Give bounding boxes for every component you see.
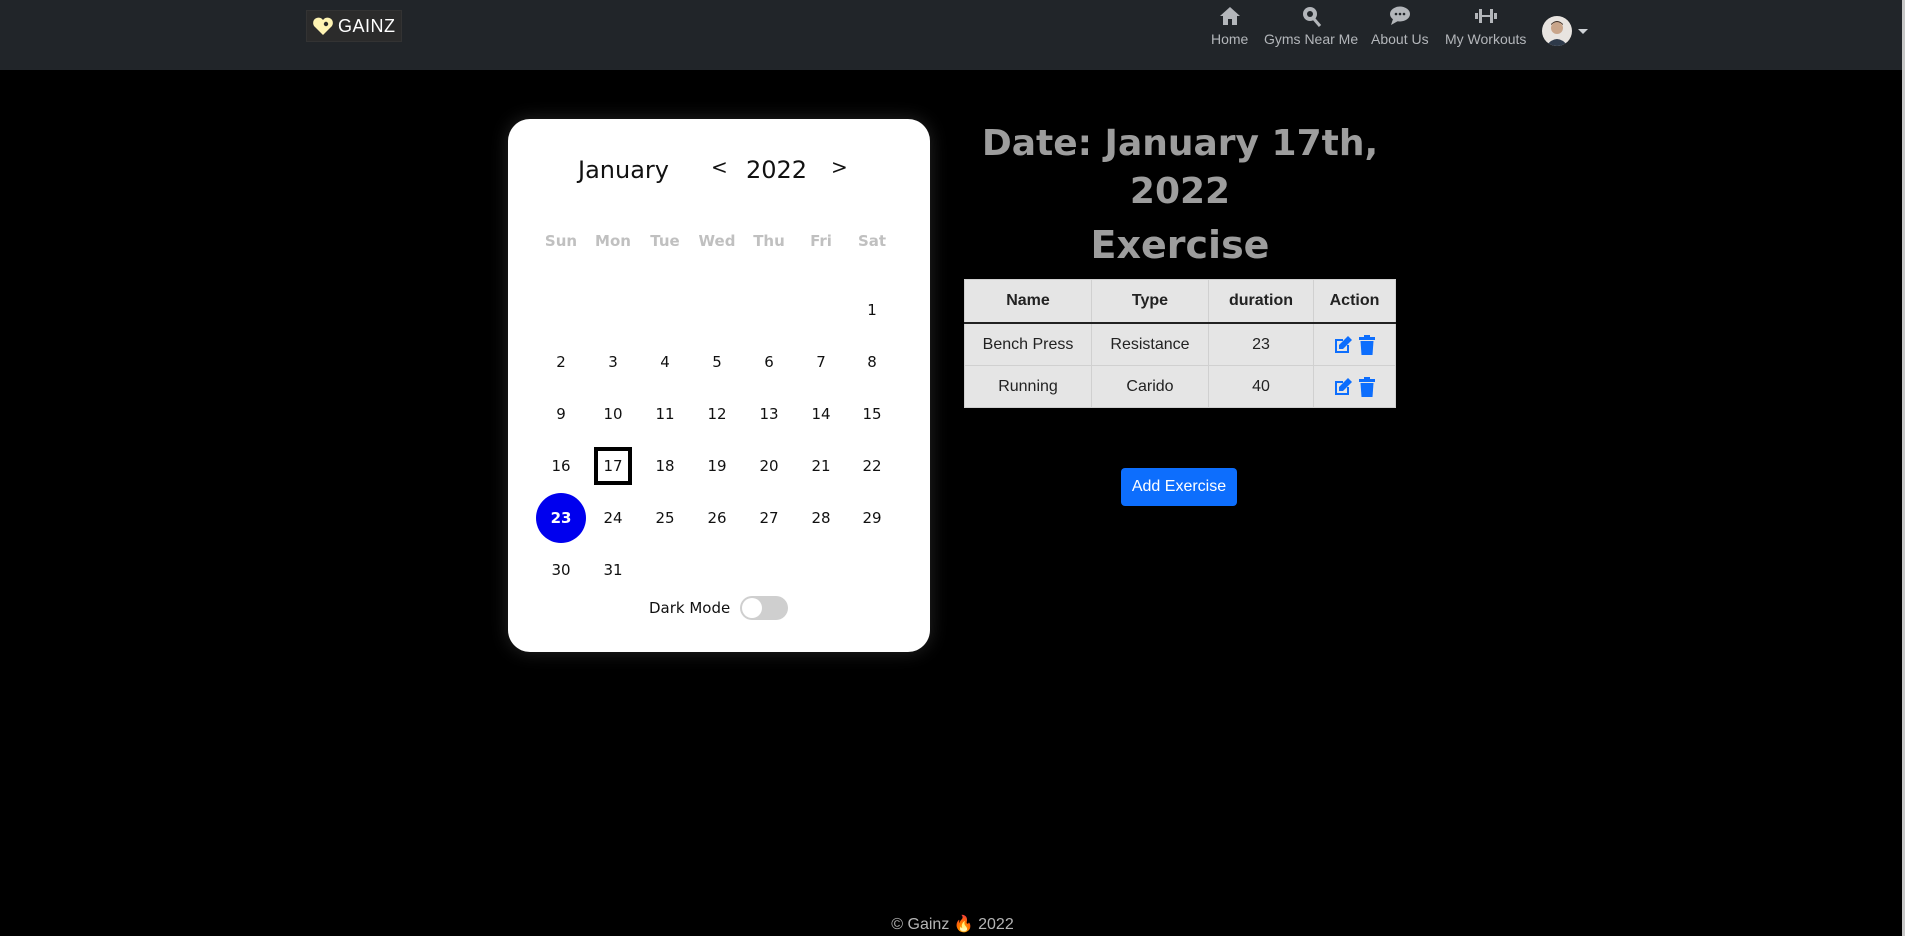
calendar-day[interactable]: 30 xyxy=(542,551,580,589)
home-icon xyxy=(1219,7,1240,25)
calendar: January < 2022 > Sun Mon Tue Wed Thu Fri Sat 1… xyxy=(508,119,930,652)
brand-name: GAINZ xyxy=(338,15,396,36)
calendar-day[interactable]: 1 xyxy=(853,291,891,329)
cell-type: Carido xyxy=(1091,365,1209,408)
cell-action xyxy=(1313,365,1396,408)
exercise-heading: Exercise xyxy=(1090,223,1270,267)
chat-icon xyxy=(1389,6,1410,25)
calendar-day[interactable]: 2 xyxy=(542,343,580,381)
footer-text: © Gainz 🔥 2022 xyxy=(891,916,1014,933)
cell-name: Running xyxy=(964,365,1092,408)
column-header-name: Name xyxy=(964,279,1092,324)
calendar-month: January xyxy=(578,156,669,184)
calendar-day[interactable]: 13 xyxy=(750,395,788,433)
calendar-day[interactable]: 18 xyxy=(646,447,684,485)
table-header-row: Name Type duration Action xyxy=(964,279,1396,324)
map-pin-icon xyxy=(1303,7,1322,27)
nav-gyms-label: Gyms Near Me xyxy=(1264,31,1359,47)
trash-icon[interactable] xyxy=(1357,334,1377,355)
weekday-header: Sun xyxy=(544,232,578,250)
edit-icon[interactable] xyxy=(1333,377,1353,397)
calendar-day[interactable]: 26 xyxy=(698,499,736,537)
brand-logo[interactable]: GAINZ xyxy=(306,10,402,42)
calendar-day[interactable]: 9 xyxy=(542,395,580,433)
add-exercise-button[interactable]: Add Exercise xyxy=(1121,468,1237,506)
column-header-duration: duration xyxy=(1208,279,1314,324)
edit-icon[interactable] xyxy=(1333,335,1353,355)
toggle-knob xyxy=(742,598,762,618)
nav-home[interactable]: Home xyxy=(1211,4,1248,54)
cell-action xyxy=(1313,322,1396,366)
cell-name: Bench Press xyxy=(964,322,1092,366)
trash-icon[interactable] xyxy=(1357,376,1377,397)
prev-year-button[interactable]: < xyxy=(711,155,728,179)
weekday-header: Mon xyxy=(595,232,631,250)
next-year-button[interactable]: > xyxy=(831,155,848,179)
nav-my-workouts[interactable]: My Workouts xyxy=(1445,4,1526,54)
calendar-day[interactable]: 19 xyxy=(698,447,736,485)
nav-gyms-near-me[interactable]: Gyms Near Me xyxy=(1264,4,1358,54)
weekday-header: Thu xyxy=(753,232,785,250)
navbar: GAINZ Home Gyms Near Me About Us My Work… xyxy=(0,0,1905,70)
nav-about-us[interactable]: About Us xyxy=(1371,4,1429,54)
weekday-header: Fri xyxy=(810,232,832,250)
column-header-action: Action xyxy=(1313,279,1396,324)
calendar-day[interactable]: 12 xyxy=(698,395,736,433)
dark-mode-toggle[interactable] xyxy=(740,596,788,620)
cell-type: Resistance xyxy=(1091,322,1209,366)
calendar-day[interactable]: 20 xyxy=(750,447,788,485)
calendar-day[interactable]: 16 xyxy=(542,447,580,485)
table-row: Running Carido 40 xyxy=(964,365,1396,408)
weekday-header: Tue xyxy=(650,232,680,250)
calendar-day[interactable]: 28 xyxy=(802,499,840,537)
chevron-down-icon[interactable] xyxy=(1578,28,1588,34)
user-avatar-icon xyxy=(1542,16,1572,46)
calendar-day[interactable]: 4 xyxy=(646,343,684,381)
calendar-day[interactable]: 5 xyxy=(698,343,736,381)
calendar-day[interactable]: 21 xyxy=(802,447,840,485)
avatar[interactable] xyxy=(1542,16,1572,46)
nav-about-label: About Us xyxy=(1371,31,1429,47)
calendar-day[interactable]: 25 xyxy=(646,499,684,537)
calendar-day-selected[interactable]: 17 xyxy=(594,447,632,485)
calendar-year: 2022 xyxy=(746,156,808,184)
nav-home-label: Home xyxy=(1211,31,1249,47)
cell-duration: 40 xyxy=(1208,365,1314,408)
dark-mode-label: Dark Mode xyxy=(649,599,731,617)
calendar-day[interactable]: 11 xyxy=(646,395,684,433)
calendar-day[interactable]: 27 xyxy=(750,499,788,537)
calendar-day[interactable]: 8 xyxy=(853,343,891,381)
dumbbell-icon xyxy=(1474,9,1497,23)
selected-date-heading: Date: January 17th, 2022 xyxy=(955,120,1405,216)
exercise-table: Name Type duration Action Bench Press Res… xyxy=(964,279,1396,408)
calendar-day[interactable]: 14 xyxy=(802,395,840,433)
calendar-day[interactable]: 29 xyxy=(853,499,891,537)
calendar-day[interactable]: 10 xyxy=(594,395,632,433)
user-menu[interactable] xyxy=(1542,16,1588,46)
column-header-type: Type xyxy=(1091,279,1209,324)
weekday-header: Sat xyxy=(857,232,887,250)
calendar-day[interactable]: 6 xyxy=(750,343,788,381)
table-row: Bench Press Resistance 23 xyxy=(964,322,1396,366)
date-line-1: Date: January 17th, xyxy=(981,123,1379,164)
weekday-header: Wed xyxy=(698,232,736,250)
cell-duration: 23 xyxy=(1208,322,1314,366)
calendar-day[interactable]: 3 xyxy=(594,343,632,381)
calendar-day[interactable]: 31 xyxy=(594,551,632,589)
date-line-2: 2022 xyxy=(1129,171,1231,212)
calendar-day-today[interactable]: 23 xyxy=(536,493,586,543)
calendar-day[interactable]: 22 xyxy=(853,447,891,485)
heart-logo-icon xyxy=(313,17,333,35)
calendar-day[interactable]: 15 xyxy=(853,395,891,433)
calendar-day[interactable]: 7 xyxy=(802,343,840,381)
calendar-day[interactable]: 24 xyxy=(594,499,632,537)
nav-workouts-label: My Workouts xyxy=(1445,31,1527,47)
